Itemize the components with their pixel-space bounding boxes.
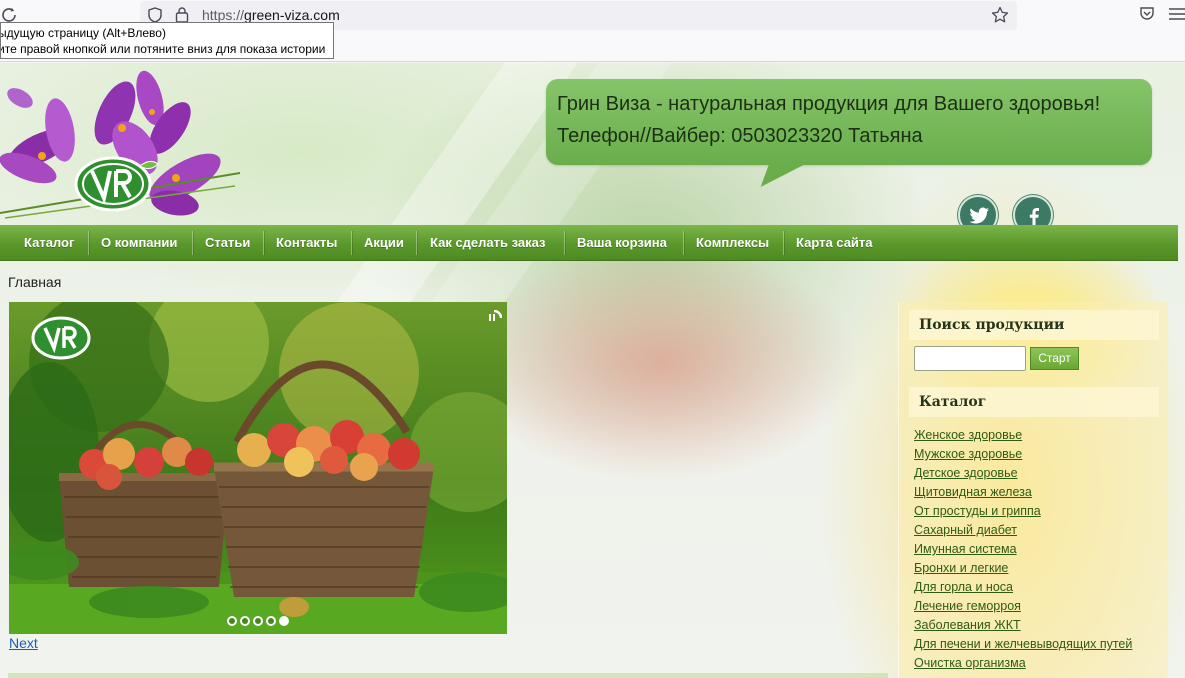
catalog-link[interactable]: Щитовидная железа <box>914 484 1169 503</box>
url-prefix: https:// <box>202 7 245 23</box>
search-button[interactable]: Старт <box>1030 347 1079 370</box>
url-domain: green-viza.com <box>244 7 340 23</box>
page-content: Грин Виза - натуральная продукция для Ва… <box>0 63 1185 678</box>
nav-item-cart[interactable]: Ваша корзина <box>577 225 667 261</box>
catalog-link[interactable]: Заболевания ЖКТ <box>914 617 1169 636</box>
nav-separator <box>88 231 89 255</box>
nav-separator <box>263 231 264 255</box>
header-speech-bubble: Грин Виза - натуральная продукция для Ва… <box>546 79 1152 187</box>
catalog-link[interactable]: Детское здоровье <box>914 465 1169 484</box>
nav-separator <box>416 231 417 255</box>
catalog-link[interactable]: Мужское здоровье <box>914 446 1169 465</box>
slider-dot[interactable] <box>240 616 250 626</box>
catalog-link[interactable]: Имунная система <box>914 541 1169 560</box>
search-input[interactable] <box>914 346 1026 371</box>
nav-separator <box>192 231 193 255</box>
main-navigation: Каталог О компании Статьи Контакты Акции… <box>0 225 1178 261</box>
nav-item-articles[interactable]: Статьи <box>205 225 250 261</box>
slider-pause-icon[interactable] <box>486 309 503 326</box>
tooltip-line-1: ыдущую страницу (Alt+Влево) <box>0 26 166 40</box>
nav-item-complexes[interactable]: Комплексы <box>696 225 769 261</box>
catalog-link[interactable]: Бронхи и легкие <box>914 560 1169 579</box>
catalog-link[interactable]: Лечение геморроя <box>914 598 1169 617</box>
star-icon[interactable] <box>991 6 1009 29</box>
nav-item-sitemap[interactable]: Карта сайта <box>796 225 873 261</box>
slider-dot[interactable] <box>266 616 276 626</box>
catalog-heading: Каталог <box>909 387 1159 417</box>
url-text[interactable]: https://green-viza.com <box>202 7 340 23</box>
slider-dot[interactable] <box>227 616 237 626</box>
catalog-link[interactable]: От простуды и гриппа <box>914 503 1169 522</box>
image-slider[interactable] <box>9 302 507 634</box>
nav-separator <box>683 231 684 255</box>
nav-separator <box>783 231 784 255</box>
sidebar: Поиск продукции Старт Каталог Женское зд… <box>898 302 1168 678</box>
slider-dot[interactable] <box>253 616 263 626</box>
nav-item-catalog[interactable]: Каталог <box>24 225 74 261</box>
breadcrumb: Главная <box>8 274 62 290</box>
catalog-link[interactable]: Очистка организма <box>914 655 1169 674</box>
pocket-icon[interactable] <box>1139 6 1155 27</box>
menu-icon[interactable] <box>1168 6 1185 24</box>
search-heading: Поиск продукции <box>909 310 1159 340</box>
slider-dot-active[interactable] <box>279 616 289 626</box>
nav-separator <box>351 231 352 255</box>
catalog-link[interactable]: Для печени и желчевыводящих путей <box>914 636 1169 655</box>
catalog-link[interactable]: Для горла и носа <box>914 579 1169 598</box>
content-bottom-bar <box>8 673 888 678</box>
nav-item-how-to-order[interactable]: Как сделать заказ <box>430 225 546 261</box>
logo-emblem <box>74 156 159 212</box>
slide-logo <box>31 316 91 360</box>
back-button-tooltip: ыдущую страницу (Alt+Влево) ите правой к… <box>0 22 334 59</box>
header-tagline: Грин Виза - натуральная продукция для Ва… <box>557 93 1101 115</box>
bubble-tail <box>752 163 808 187</box>
nav-item-contacts[interactable]: Контакты <box>276 225 337 261</box>
tooltip-line-2: ите правой кнопкой или потяните вниз для… <box>0 42 326 56</box>
slide-image-apple-baskets <box>9 302 507 634</box>
nav-item-promotions[interactable]: Акции <box>364 225 404 261</box>
slider-next-link[interactable]: Next <box>9 635 38 651</box>
catalog-list: Женское здоровье Мужское здоровье Детско… <box>914 427 1169 674</box>
nav-separator <box>564 231 565 255</box>
header-phone: Телефон//Вайбер: 0503023320 Татьяна <box>557 125 923 147</box>
nav-item-about[interactable]: О компании <box>101 225 177 261</box>
catalog-link[interactable]: Женское здоровье <box>914 427 1169 446</box>
catalog-link[interactable]: Сахарный диабет <box>914 522 1169 541</box>
site-logo[interactable] <box>0 68 241 220</box>
